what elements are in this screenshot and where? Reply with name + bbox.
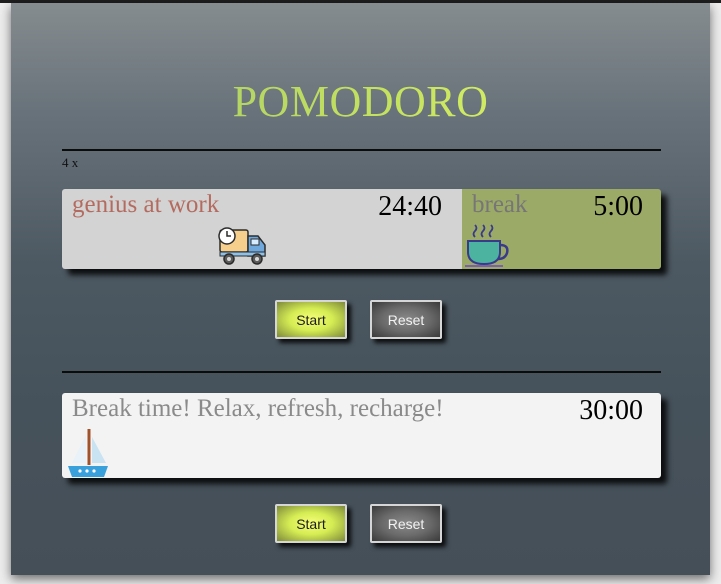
divider-top — [62, 149, 661, 151]
delivery-truck-icon — [218, 227, 266, 265]
long-break-reset-button[interactable]: Reset — [370, 504, 442, 543]
divider-bottom — [62, 371, 661, 373]
sailboat-icon — [68, 429, 108, 477]
break-time: 5:00 — [593, 191, 643, 222]
coffee-cup-icon — [465, 224, 509, 267]
pomodoro-app: POMODORO 4 x genius at work 24:40 break … — [11, 3, 710, 575]
timer-panel: genius at work 24:40 break 5:00 — [62, 189, 661, 269]
long-break-panel: Break time! Relax, refresh, recharge! 30… — [62, 393, 661, 478]
long-break-label: Break time! Relax, refresh, recharge! — [72, 395, 444, 422]
start-button[interactable]: Start — [275, 300, 347, 339]
long-break-start-button[interactable]: Start — [275, 504, 347, 543]
session-count: 4 x — [62, 155, 79, 170]
work-section: genius at work 24:40 — [62, 189, 462, 269]
break-section: break 5:00 — [462, 189, 661, 269]
app-title: POMODORO — [11, 77, 710, 127]
work-label: genius at work — [72, 191, 220, 218]
work-time: 24:40 — [378, 191, 442, 222]
break-label: break — [472, 191, 528, 218]
long-break-time: 30:00 — [579, 395, 643, 426]
reset-button[interactable]: Reset — [370, 300, 442, 339]
